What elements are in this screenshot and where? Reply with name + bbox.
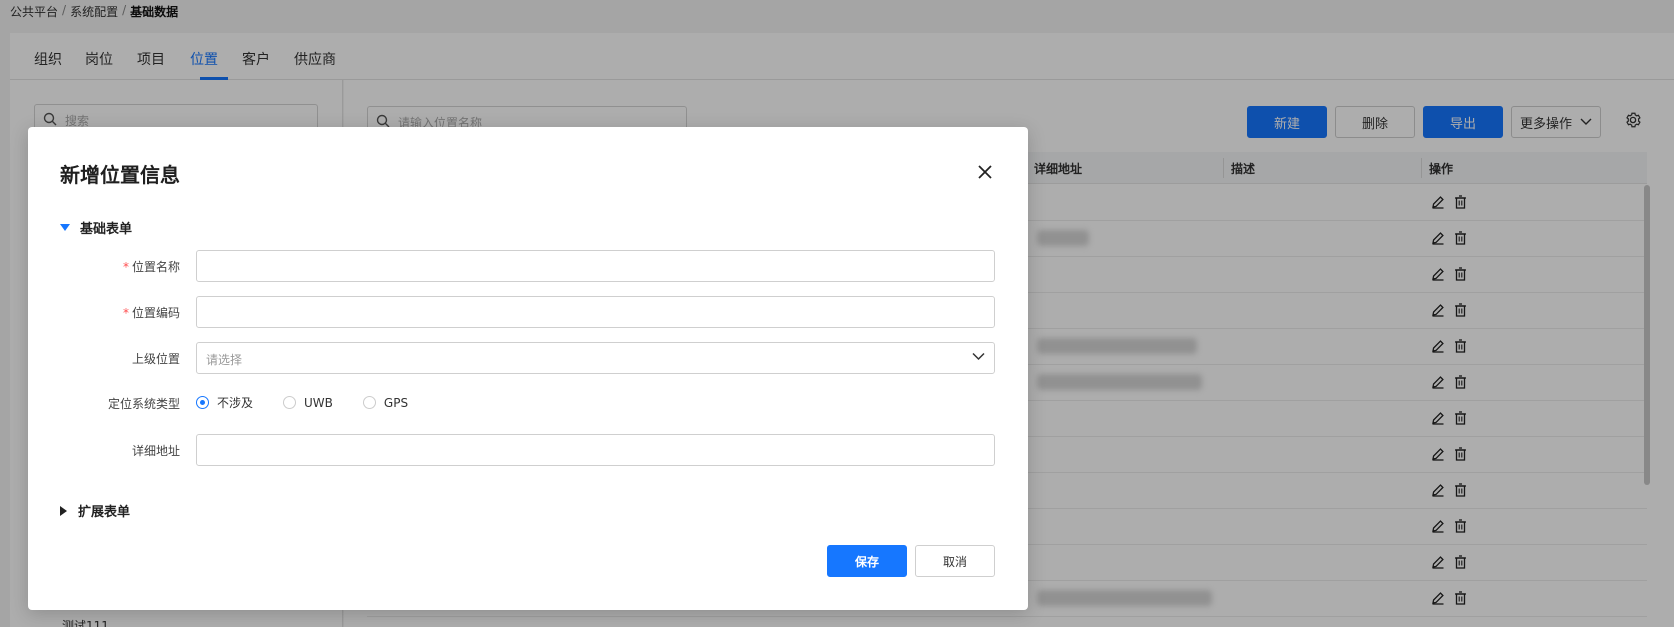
field-label-parent: 上级位置 bbox=[131, 352, 180, 366]
form-row-parent: 上级位置 请选择 bbox=[28, 342, 1028, 374]
radio-dot-checked bbox=[196, 396, 209, 409]
field-label-address: 详细地址 bbox=[131, 444, 180, 458]
radio-option-none[interactable]: 不涉及 bbox=[196, 394, 253, 411]
caret-right-icon bbox=[60, 505, 67, 516]
add-location-dialog: 新增位置信息 基础表单 * 位置名称 * 位置编码 上级位置 请选择 定位系统类型 … bbox=[28, 127, 1028, 610]
section-basic-label: 基础表单 bbox=[80, 222, 133, 237]
section-basic-toggle[interactable]: 基础表单 bbox=[60, 218, 132, 237]
form-row-name: * 位置名称 bbox=[28, 250, 1028, 282]
detail-address-input[interactable] bbox=[196, 434, 995, 466]
parent-location-select[interactable]: 请选择 bbox=[196, 342, 995, 374]
positioning-type-radio-group: 不涉及 UWB GPS bbox=[196, 394, 408, 411]
radio-option-uwb[interactable]: UWB bbox=[283, 394, 333, 411]
dialog-title: 新增位置信息 bbox=[60, 163, 180, 187]
form-row-positioning: 定位系统类型 不涉及 UWB GPS bbox=[28, 387, 1028, 419]
cancel-button[interactable]: 取消 bbox=[915, 545, 995, 577]
chevron-down-icon bbox=[972, 352, 985, 361]
radio-option-gps[interactable]: GPS bbox=[362, 394, 408, 411]
location-name-input[interactable] bbox=[196, 250, 995, 282]
field-label-name: * 位置名称 bbox=[122, 260, 180, 274]
section-ext-label: 扩展表单 bbox=[78, 505, 131, 520]
location-code-input[interactable] bbox=[196, 296, 995, 328]
caret-down-icon bbox=[60, 223, 70, 231]
save-button[interactable]: 保存 bbox=[827, 545, 907, 577]
radio-dot bbox=[362, 396, 376, 409]
form-row-address: 详细地址 bbox=[28, 434, 1028, 466]
required-mark: * bbox=[122, 306, 129, 320]
radio-dot bbox=[283, 396, 297, 409]
required-mark: * bbox=[122, 260, 129, 274]
section-ext-toggle[interactable]: 扩展表单 bbox=[60, 501, 130, 520]
form-row-code: * 位置编码 bbox=[28, 296, 1028, 328]
parent-location-placeholder: 请选择 bbox=[206, 353, 243, 367]
field-label-code: * 位置编码 bbox=[122, 306, 180, 320]
close-icon[interactable] bbox=[976, 163, 994, 181]
field-label-positioning: 定位系统类型 bbox=[107, 397, 180, 411]
